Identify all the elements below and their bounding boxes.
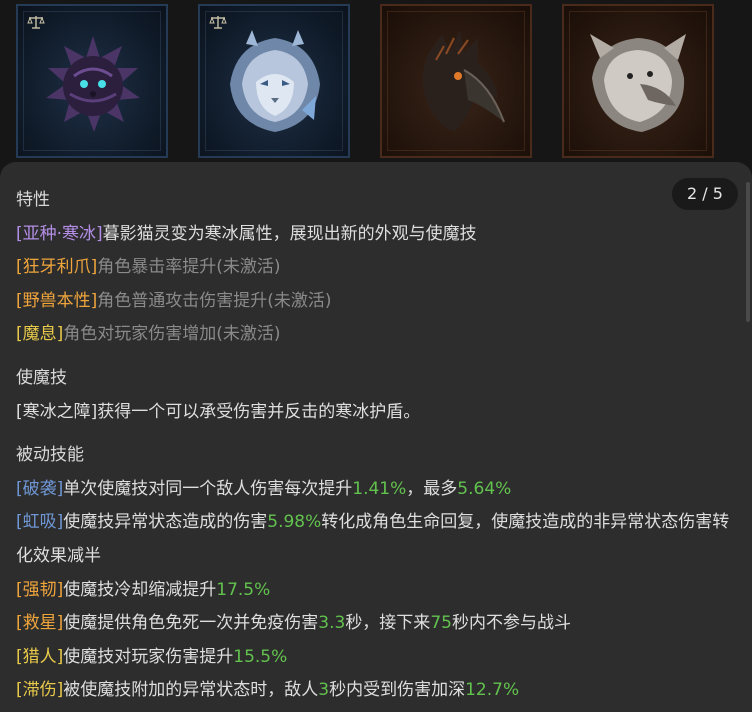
- passive-text: 秒，接下来: [345, 613, 431, 634]
- passive-value: 17.5%: [216, 579, 271, 600]
- dark-hedgehog-portrait: [46, 36, 140, 132]
- passive-row: [猎人]使魔技对玩家伤害提升15.5%: [16, 641, 736, 675]
- passives-heading: 被动技能: [16, 445, 84, 466]
- skill-desc: [寒冰之障]获得一个可以承受伤害并反击的寒冰护盾。: [16, 401, 421, 422]
- dark-bird-portrait: [423, 30, 505, 132]
- info-content: 特性 [亚种·寒冰]暮影猫灵变为寒冰属性，展现出新的外观与使魔技 [狂牙利爪]角…: [16, 184, 736, 708]
- passive-text: 使魔技冷却缩减提升: [63, 579, 217, 600]
- pet-card-4[interactable]: [562, 4, 714, 158]
- passive-text: 使魔提供角色免死一次并免疫伤害: [63, 613, 319, 634]
- passive-text: 单次使魔技对同一个敌人伤害每次提升: [63, 478, 353, 499]
- passive-row: [强韧]使魔技冷却缩减提升17.5%: [16, 574, 736, 608]
- passive-text: 秒内受到伤害加深: [329, 680, 466, 701]
- passive-tag: [虹吸]: [16, 512, 64, 533]
- pet-detail-screen: 2 / 5 特性 [亚种·寒冰]暮影猫灵变为寒冰属性，展现出新的外观与使魔技 […: [0, 0, 752, 712]
- pet-card-row: [0, 0, 752, 170]
- trait-row: [狂牙利爪]角色暴击率提升(未激活): [16, 251, 736, 285]
- passive-text: 秒内不参与战斗: [451, 613, 571, 634]
- passive-tag: [救星]: [16, 613, 64, 634]
- passive-tag: [强韧]: [16, 579, 64, 600]
- passive-tag: [破袭]: [16, 478, 64, 499]
- passive-text: ，最多: [406, 478, 458, 499]
- trait-tag: [狂牙利爪]: [16, 257, 98, 278]
- passive-value: 3: [318, 680, 330, 701]
- trait-tag: [魔息]: [16, 324, 64, 345]
- passive-value: 5.64%: [457, 478, 512, 499]
- trait-desc: 角色暴击率提升(未激活): [97, 257, 281, 278]
- passive-tag: [猎人]: [16, 646, 64, 667]
- trait-desc: 暮影猫灵变为寒冰属性，展现出新的外观与使魔技: [102, 223, 477, 244]
- trait-row: [亚种·寒冰]暮影猫灵变为寒冰属性，展现出新的外观与使魔技: [16, 218, 736, 252]
- pet-card-3[interactable]: [380, 4, 532, 158]
- pet-info-panel: 2 / 5 特性 [亚种·寒冰]暮影猫灵变为寒冰属性，展现出新的外观与使魔技 […: [0, 162, 752, 712]
- passive-value: 5.98%: [267, 512, 322, 533]
- white-beast-portrait: [590, 34, 686, 132]
- skill-heading: 使魔技: [16, 367, 67, 388]
- passive-value: 12.7%: [465, 680, 520, 701]
- trait-desc: 角色对玩家伤害增加(未激活): [63, 324, 281, 345]
- trait-tag: [亚种·寒冰]: [16, 223, 103, 244]
- passive-value: 1.41%: [352, 478, 407, 499]
- passive-value: 3.3: [318, 613, 346, 634]
- trait-row: [野兽本性]角色普通攻击伤害提升(未激活): [16, 285, 736, 319]
- passive-text: 被使魔技附加的异常状态时，敌人: [63, 680, 319, 701]
- passive-row: [虹吸]使魔技异常状态造成的伤害5.98%转化成角色生命回复，使魔技造成的非异常…: [16, 506, 736, 573]
- passive-text: 使魔技对玩家伤害提升: [63, 646, 234, 667]
- passive-row: [破袭]单次使魔技对同一个敌人伤害每次提升1.41%，最多5.64%: [16, 473, 736, 507]
- traits-heading: 特性: [16, 190, 50, 210]
- passive-value: 75: [430, 613, 452, 634]
- passive-row: [救星]使魔提供角色免死一次并免疫伤害3.3秒，接下来75秒内不参与战斗: [16, 607, 736, 641]
- scrollbar[interactable]: [746, 182, 750, 322]
- trait-row: [魔息]角色对玩家伤害增加(未激活): [16, 318, 736, 352]
- passive-text: 使魔技异常状态造成的伤害: [63, 512, 268, 533]
- passive-row: [滞伤]被使魔技附加的异常状态时，敌人3秒内受到伤害加深12.7%: [16, 674, 736, 708]
- pet-card-2[interactable]: [198, 4, 350, 158]
- passive-value: 15.5%: [233, 646, 288, 667]
- passive-tag: [滞伤]: [16, 680, 64, 701]
- trait-desc: 角色普通攻击伤害提升(未激活): [97, 290, 332, 311]
- trait-tag: [野兽本性]: [16, 290, 98, 311]
- pet-card-1[interactable]: [16, 4, 168, 158]
- ice-lion-portrait: [230, 30, 320, 132]
